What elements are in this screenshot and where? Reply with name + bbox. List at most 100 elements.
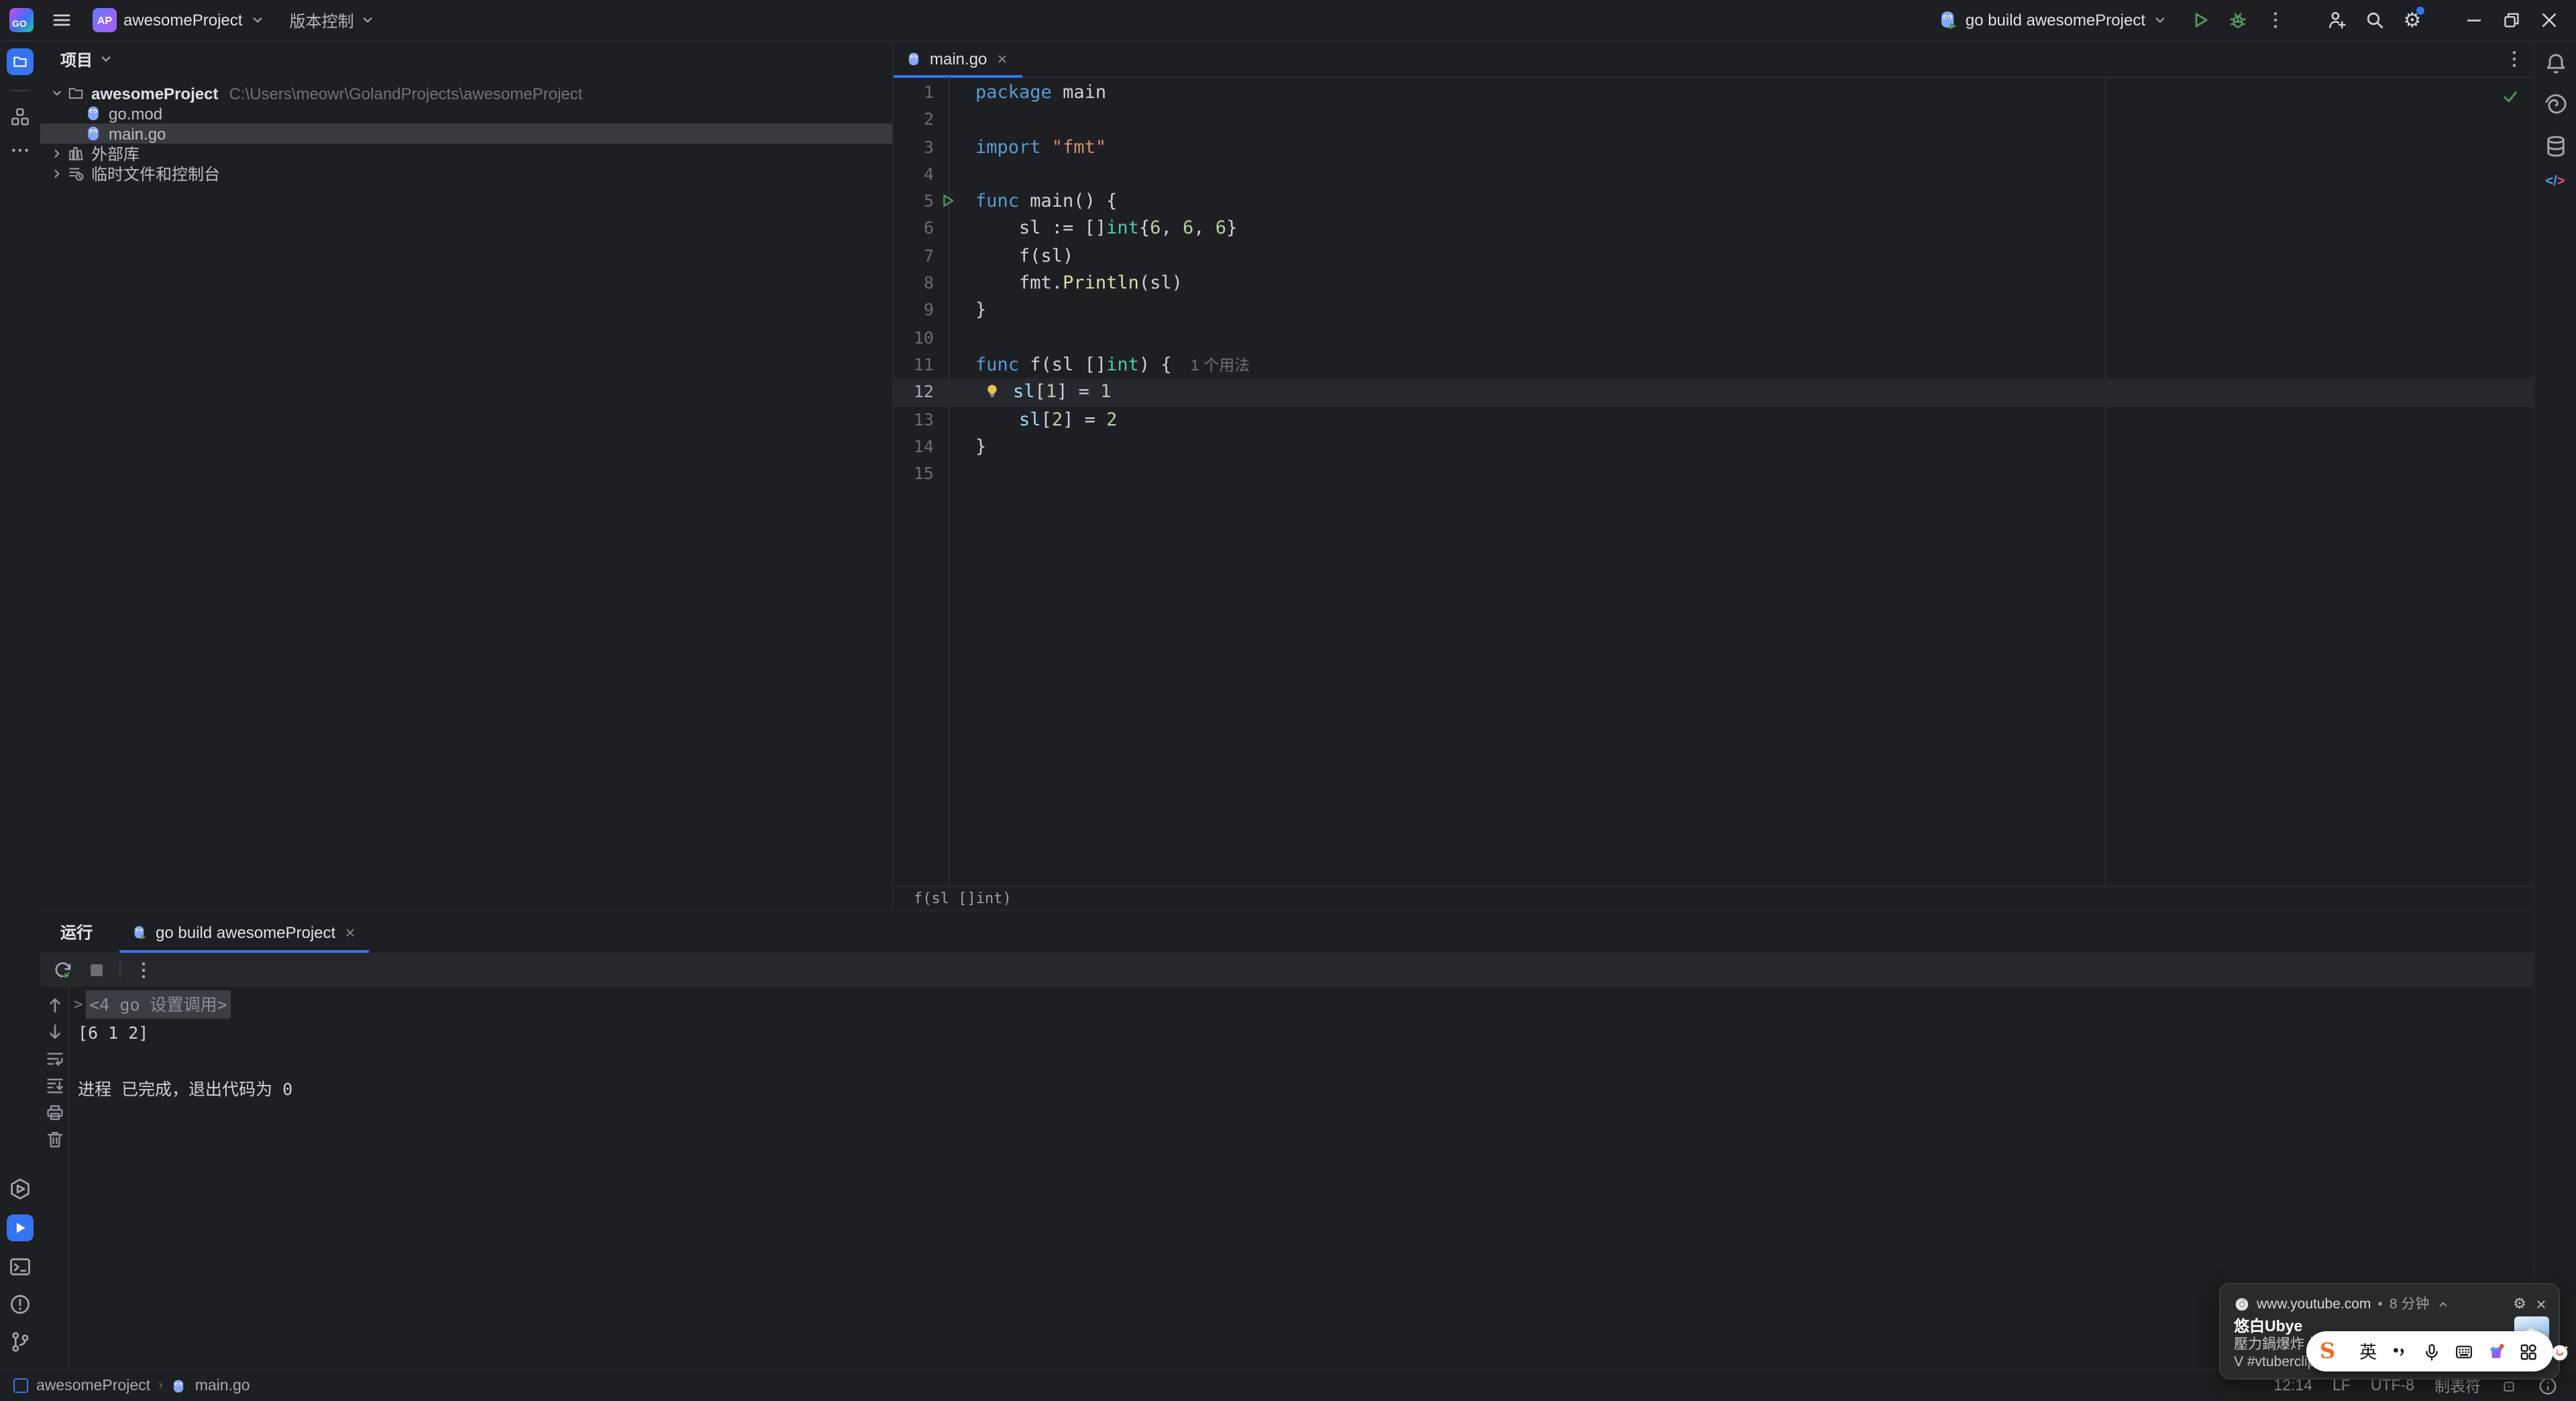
git-branch-icon[interactable] [8,1330,32,1354]
gutter-marker-zone[interactable] [934,107,975,134]
next-occurrence-icon[interactable] [44,1021,65,1043]
code-line-14[interactable]: 14} [894,433,2536,461]
inspection-check-icon[interactable] [2501,87,2520,106]
line-number[interactable]: 10 [894,324,934,352]
line-number[interactable]: 1 [894,79,934,107]
ime-toolbar[interactable]: S 英 [2306,1331,2568,1371]
gutter-marker-zone[interactable] [934,406,975,433]
notifications-bell-icon[interactable] [2543,51,2567,75]
window-restore-button[interactable] [2501,9,2522,31]
vcs-widget[interactable]: 版本控制 [289,9,375,32]
close-icon[interactable] [995,52,1008,65]
close-icon[interactable] [343,925,357,939]
gutter-marker-zone[interactable] [934,352,975,379]
gutter-marker-zone[interactable] [934,161,975,189]
gutter-marker-zone[interactable] [934,243,975,270]
code-line-15[interactable]: 15 [894,460,2536,488]
notification-close-icon[interactable] [2534,1297,2548,1310]
code-with-me-icon[interactable] [2326,9,2348,31]
gutter-marker-zone[interactable] [934,134,975,161]
more-tool-windows-icon[interactable] [9,140,31,161]
print-icon[interactable] [44,1102,65,1123]
folded-command[interactable]: <4 go 设置调用> [85,990,231,1019]
project-tool-button[interactable] [7,48,34,75]
run-line-icon[interactable] [939,192,957,209]
line-number[interactable]: 4 [894,161,934,189]
code-line-8[interactable]: 8 fmt.Println(sl) [894,270,2536,297]
code-line-1[interactable]: 1 package main [894,79,2536,107]
rerun-icon[interactable] [52,959,74,980]
code-line-12[interactable]: 12 sl[1] = 1 [894,378,2536,407]
intention-bulb-icon[interactable] [983,382,1001,399]
notification-settings-gear-icon[interactable]: ⚙ [2512,1296,2528,1312]
code-line-13[interactable]: 13 sl[2] = 2 [894,406,2536,433]
line-number[interactable]: 8 [894,270,934,297]
line-number[interactable]: 13 [894,406,934,433]
soft-wrap-icon[interactable] [44,1048,65,1070]
code-line-7[interactable]: 7 f(sl) [894,243,2536,270]
code-tags-icon[interactable]: </> [2546,175,2565,189]
main-menu-button[interactable] [51,9,72,31]
scroll-to-end-icon[interactable] [44,1075,65,1096]
gutter-marker-zone[interactable] [934,215,975,243]
line-number[interactable]: 7 [894,243,934,270]
run-tab[interactable]: go build awesomeProject [119,911,370,953]
window-close-button[interactable] [2538,9,2560,31]
line-number[interactable]: 9 [894,297,934,325]
code-line-6[interactable]: 6 sl := []int{6, 6, 6} [894,215,2536,243]
gutter-marker-zone[interactable] [934,433,975,461]
readonly-lock-icon[interactable] [2501,1378,2517,1394]
line-number[interactable]: 14 [894,433,934,461]
ai-assistant-icon[interactable] [2543,93,2567,117]
project-widget[interactable]: AP awesomeProject [93,8,265,32]
code-line-5[interactable]: 5 func main() { [894,188,2536,215]
status-breadcrumb[interactable]: awesomeProject › main.go [0,1378,250,1394]
window-minimize-button[interactable] [2463,9,2485,31]
search-icon[interactable] [2364,9,2385,31]
database-icon[interactable] [2543,134,2567,158]
tree-item-外部库[interactable]: 外部库 [40,144,892,164]
settings-gear-icon[interactable]: ⚙ [2402,7,2424,31]
run-config-selector[interactable]: go build awesomeProject [1937,9,2168,31]
tree-item-临时文件和控制台[interactable]: 临时文件和控制台 [40,164,892,184]
gutter-marker-zone[interactable] [934,324,975,352]
code-line-2[interactable]: 2 [894,107,2536,134]
clear-console-icon[interactable] [44,1129,65,1150]
code-line-9[interactable]: 9} [894,297,2536,325]
gutter-marker-zone[interactable] [934,188,975,215]
chevron-right-icon[interactable] [50,166,64,181]
emoji-icon[interactable] [2550,1341,2570,1361]
sogou-logo-icon[interactable]: S [2320,1340,2335,1362]
line-number[interactable]: 11 [894,352,934,379]
more-options-icon[interactable] [133,959,154,980]
caret-position-widget[interactable]: 12:14 [2273,1378,2312,1394]
services-icon[interactable] [8,1177,32,1201]
gutter-marker-zone[interactable] [934,79,975,107]
tab-options-icon[interactable] [2504,48,2525,69]
code-editor[interactable]: 1 package main 2 3 import "fmt" 4 5 func main()… [894,76,2536,887]
punctuation-icon[interactable] [2389,1341,2409,1361]
line-number[interactable]: 6 [894,215,934,243]
project-panel-header[interactable]: 项目 [40,40,892,78]
encoding-widget[interactable]: UTF-8 [2371,1378,2414,1394]
stop-icon[interactable] [86,959,107,980]
run-button[interactable] [2190,9,2211,31]
line-number[interactable]: 3 [894,134,934,161]
chevron-down-icon[interactable] [50,86,64,101]
skin-shirt-icon[interactable] [2485,1341,2506,1361]
keyboard-icon[interactable] [2453,1341,2473,1361]
gutter-marker-zone[interactable] [934,270,975,297]
language-mode-button[interactable]: 英 [2359,1343,2377,1360]
console-output[interactable]: > <4 go 设置调用> [6 1 2] 进程 已完成，退出代码为 0 [70,986,2534,1370]
gutter-marker-zone[interactable] [934,379,975,407]
more-actions-icon[interactable] [2265,9,2286,31]
problems-icon[interactable] [8,1292,32,1316]
gutter-marker-zone[interactable] [934,297,975,325]
fold-chevron-icon[interactable]: > [74,990,83,1019]
tree-item-main.go[interactable]: main.go [40,123,892,144]
tree-item-go.mod[interactable]: go.mod [40,103,892,123]
terminal-icon[interactable] [8,1255,32,1279]
line-number[interactable]: 2 [894,107,934,134]
microphone-icon[interactable] [2421,1341,2441,1361]
chevron-up-icon[interactable] [2436,1297,2449,1310]
